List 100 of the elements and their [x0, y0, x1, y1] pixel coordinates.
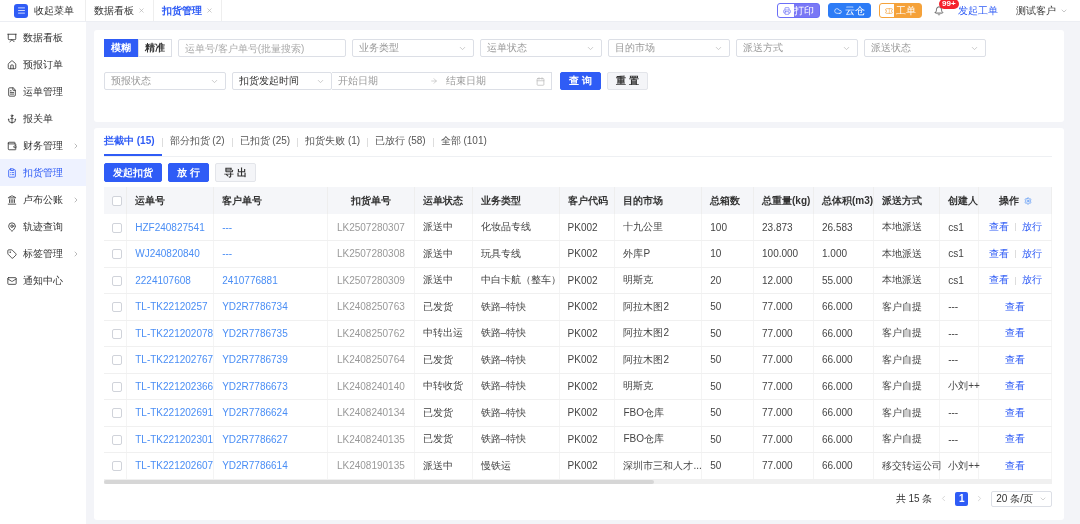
page-tab[interactable]: 数据看板: [86, 0, 154, 21]
status-tab[interactable]: 扣货失败 (1): [298, 128, 368, 156]
order-link[interactable]: ---: [222, 248, 233, 260]
order-link[interactable]: YD2R7786614: [222, 460, 288, 472]
toolbar-button[interactable]: 导 出: [214, 163, 256, 182]
sidebar-item[interactable]: 轨迹查询: [0, 213, 86, 240]
settings-icon[interactable]: [1023, 196, 1032, 205]
row-action-link[interactable]: 查看: [1005, 406, 1026, 418]
toolbar-button[interactable]: 放 行: [168, 163, 209, 182]
row-action-link[interactable]: 放行: [1021, 247, 1042, 259]
table-cell: FBO仓库: [623, 433, 664, 445]
order-link[interactable]: YD2R7786735: [222, 327, 288, 339]
page-button[interactable]: 1: [955, 491, 969, 506]
cloud-button[interactable]: 云仓: [828, 3, 871, 18]
select-field[interactable]: 目的市场: [608, 39, 730, 57]
row-action-link[interactable]: 查看: [988, 221, 1009, 232]
row-action-link[interactable]: 查看: [1005, 459, 1026, 471]
search-field[interactable]: 运单号/客户单号(批量搜索): [178, 39, 346, 57]
select-field[interactable]: 派送方式: [736, 39, 858, 57]
row-checkbox[interactable]: [112, 222, 122, 233]
table-cell: 66.000: [822, 460, 853, 472]
sidebar-item[interactable]: 数据看板: [0, 24, 86, 51]
row-action-link[interactable]: 查看: [988, 247, 1009, 259]
page-tab[interactable]: 扣货管理: [154, 0, 222, 21]
sidebar-item[interactable]: 标签管理: [0, 240, 86, 267]
status-tab[interactable]: 拦截中 (15): [104, 128, 162, 156]
print-button[interactable]: 打印: [777, 3, 820, 18]
order-link[interactable]: YD2R7786627: [222, 433, 288, 445]
order-link[interactable]: YD2R7786734: [222, 301, 288, 313]
sidebar-item[interactable]: 卢布公账: [0, 186, 86, 213]
close-icon[interactable]: [206, 7, 213, 14]
order-link[interactable]: TL-TK221202078: [135, 327, 214, 339]
order-link[interactable]: TL-TK221202607: [135, 460, 214, 472]
order-link[interactable]: YD2R7786673: [222, 380, 288, 392]
table-cell: LK2507280308: [336, 248, 405, 260]
bell-icon[interactable]: [934, 5, 944, 16]
row-checkbox[interactable]: [112, 302, 122, 313]
close-icon[interactable]: [138, 7, 145, 14]
menu-button[interactable]: [14, 3, 28, 18]
select-all-checkbox[interactable]: [112, 196, 122, 207]
select-field[interactable]: 派送状态: [864, 39, 986, 57]
order-link[interactable]: 2410776881: [222, 274, 278, 286]
order-link[interactable]: TL-TK221202301: [135, 433, 214, 445]
order-link[interactable]: YD2R7786624: [222, 407, 288, 419]
column-header: 运单号: [126, 187, 214, 214]
order-link[interactable]: YD2R7786739: [222, 354, 288, 366]
row-action-link[interactable]: 查看: [1005, 327, 1026, 339]
table-cell: ---: [948, 407, 959, 419]
select-field[interactable]: 预报状态: [104, 72, 226, 90]
row-checkbox[interactable]: [112, 434, 122, 445]
row-checkbox[interactable]: [112, 381, 122, 392]
select-field[interactable]: 运单状态: [480, 39, 602, 57]
order-link[interactable]: 2224107608: [135, 274, 191, 286]
table-cell: 客户自提: [882, 353, 922, 365]
sidebar-item[interactable]: 预报订单: [0, 51, 86, 78]
row-checkbox[interactable]: [112, 328, 122, 339]
mode-toggle-button[interactable]: 精准: [138, 39, 172, 57]
horizontal-scrollbar[interactable]: [104, 479, 1052, 484]
row-checkbox[interactable]: [112, 249, 122, 260]
order-link[interactable]: TL-TK221202366: [135, 380, 214, 392]
create-ticket-link[interactable]: 发起工单: [958, 3, 998, 18]
select-field[interactable]: 业务类型: [352, 39, 474, 57]
order-link[interactable]: TL-TK221202691: [135, 407, 214, 419]
table-cell: LK2408240140: [336, 380, 405, 392]
status-tab[interactable]: 已扣货 (25): [232, 128, 298, 156]
row-checkbox[interactable]: [112, 275, 122, 286]
order-link[interactable]: TL-TK22120257: [135, 301, 208, 313]
collapse-menu-label[interactable]: 收起菜单: [34, 3, 74, 18]
row-action-link[interactable]: 查看: [1005, 433, 1026, 445]
row-action-link[interactable]: 放行: [1021, 221, 1042, 232]
order-link[interactable]: TL-TK221202767: [135, 354, 214, 366]
query-button[interactable]: 查 询: [560, 72, 601, 90]
order-link[interactable]: WJ240820840: [135, 248, 200, 260]
row-action-link[interactable]: 查看: [1005, 353, 1026, 365]
clipboard-icon: [7, 167, 17, 178]
order-link[interactable]: HZF240827541: [135, 221, 205, 233]
date-range-field[interactable]: 开始日期 结束日期: [332, 72, 552, 90]
time-type-select[interactable]: 扣货发起时间: [232, 72, 332, 90]
page-size-select[interactable]: 20 条/页: [991, 490, 1052, 507]
table-cell: 客户自提: [882, 327, 922, 339]
sidebar-item[interactable]: 财务管理: [0, 132, 86, 159]
row-checkbox[interactable]: [112, 355, 122, 366]
sidebar-item[interactable]: 运单管理: [0, 78, 86, 105]
row-action-link[interactable]: 查看: [1005, 300, 1026, 312]
sidebar-item[interactable]: 扣货管理: [0, 159, 86, 186]
row-checkbox[interactable]: [112, 461, 122, 472]
row-action-link[interactable]: 查看: [1005, 380, 1026, 392]
row-checkbox[interactable]: [112, 408, 122, 419]
status-tab[interactable]: 全部 (101): [433, 128, 494, 156]
sidebar-item[interactable]: 报关单: [0, 105, 86, 132]
mode-toggle-button[interactable]: 模糊: [104, 39, 138, 57]
toolbar-button[interactable]: 发起扣货: [104, 163, 162, 182]
row-action-link[interactable]: 查看: [988, 274, 1009, 286]
status-tab[interactable]: 部分扣货 (2): [162, 128, 232, 156]
order-link[interactable]: ---: [222, 221, 233, 233]
sidebar-item[interactable]: 通知中心: [0, 267, 86, 294]
user-name[interactable]: 测试客户: [1016, 3, 1056, 18]
reset-button[interactable]: 重 置: [606, 72, 648, 90]
row-action-link[interactable]: 放行: [1021, 274, 1042, 286]
status-tab[interactable]: 已放行 (58): [368, 128, 433, 156]
